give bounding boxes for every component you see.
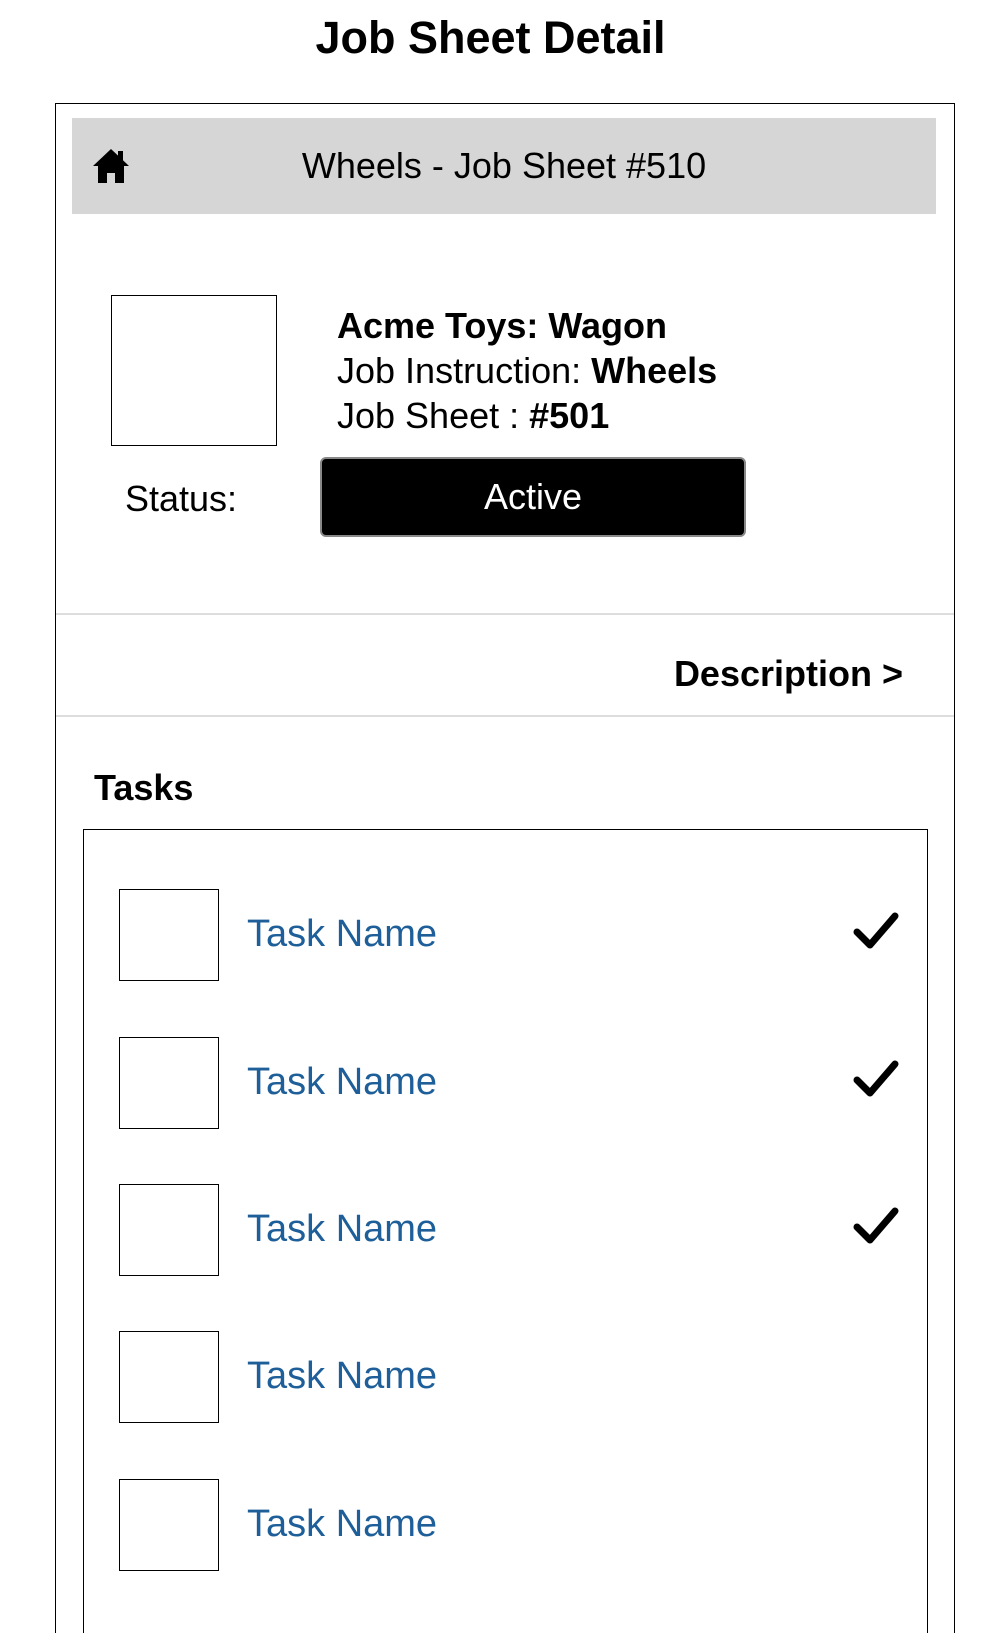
job-instruction-label: Job Instruction: (337, 350, 592, 391)
task-thumbnail (119, 1479, 219, 1571)
task-name-link[interactable]: Task Name (247, 1502, 437, 1546)
description-link[interactable]: Description > (674, 652, 903, 696)
status-label: Status: (125, 478, 238, 519)
check-icon (853, 1060, 899, 1097)
task-row[interactable]: Task Name (84, 1184, 927, 1276)
customer-product: Acme Toys: Wagon (337, 305, 668, 346)
tasks-heading: Tasks (94, 767, 194, 808)
status-button[interactable]: Active (320, 457, 746, 537)
task-row[interactable]: Task Name (84, 889, 927, 981)
task-name-link[interactable]: Task Name (247, 912, 437, 956)
app-frame: Wheels - Job Sheet #510 Acme Toys: Wagon… (55, 103, 955, 1633)
job-instruction-value: Wheels (591, 350, 718, 391)
task-name-link[interactable]: Task Name (247, 1207, 437, 1251)
task-thumbnail (119, 1037, 219, 1129)
product-image (111, 295, 277, 446)
task-row[interactable]: Task Name (84, 1037, 927, 1129)
header-title: Wheels - Job Sheet #510 (301, 145, 707, 186)
task-name-link[interactable]: Task Name (247, 1354, 437, 1398)
job-sheet-value: #501 (529, 395, 610, 436)
check-icon (853, 912, 899, 949)
task-row[interactable]: Task Name (84, 1479, 927, 1571)
check-icon (853, 1207, 899, 1244)
job-instruction: Job Instruction: Wheels (337, 348, 717, 393)
divider (56, 613, 954, 615)
task-row[interactable]: Task Name (84, 1331, 927, 1423)
page-title: Job Sheet Detail (315, 12, 666, 63)
job-sheet-label: Job Sheet : (337, 395, 530, 436)
task-thumbnail (119, 1331, 219, 1423)
job-sheet-number: Job Sheet : #501 (337, 393, 717, 438)
task-list: Task Name Task Name Task Name Task Name (83, 829, 928, 1633)
job-summary: Acme Toys: Wagon Job Instruction: Wheels… (337, 303, 717, 438)
divider (56, 715, 954, 717)
task-name-link[interactable]: Task Name (247, 1060, 437, 1104)
app-header: Wheels - Job Sheet #510 (72, 118, 936, 214)
task-thumbnail (119, 1184, 219, 1276)
task-thumbnail (119, 889, 219, 981)
